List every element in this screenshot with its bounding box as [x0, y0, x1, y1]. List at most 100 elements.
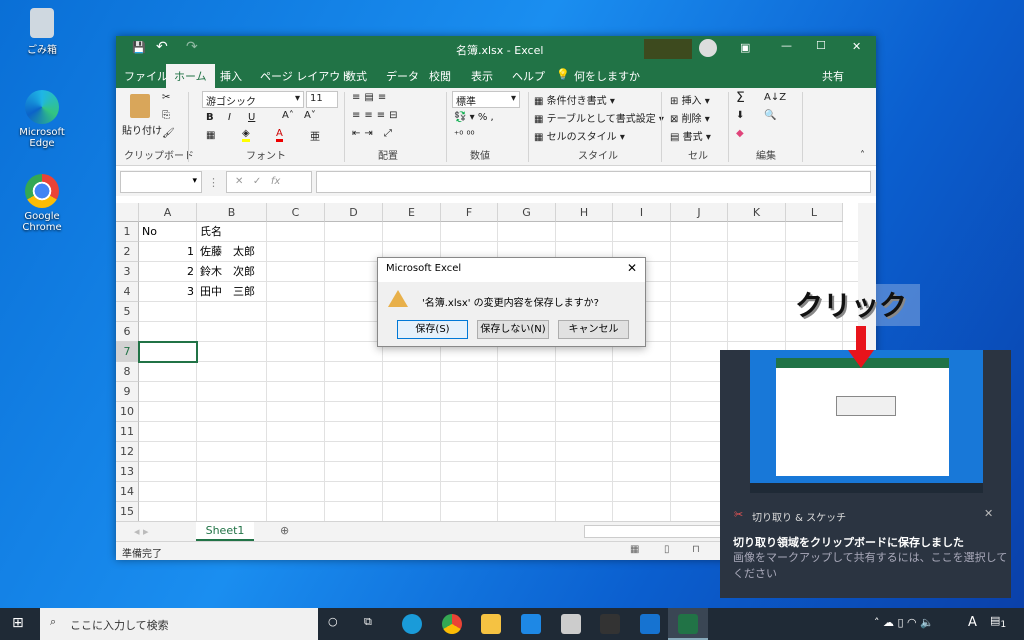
- app-taskbar-icon[interactable]: [561, 614, 581, 634]
- fill-color-icon[interactable]: ◈: [242, 128, 250, 142]
- page-layout-view-icon[interactable]: ▯: [664, 544, 670, 555]
- column-header-L[interactable]: L: [786, 203, 843, 222]
- row-header-11[interactable]: 11: [116, 422, 139, 442]
- sheet-tab-sheet1[interactable]: Sheet1: [196, 522, 254, 541]
- explorer-taskbar-icon[interactable]: [481, 614, 501, 634]
- ribbon-display-icon[interactable]: ▣: [740, 41, 750, 54]
- maximize-button[interactable]: ☐: [816, 39, 826, 52]
- search-box[interactable]: ⌕ ここに入力して検索: [40, 608, 318, 640]
- insert-cells-button[interactable]: ⊞ 挿入 ▾: [670, 92, 710, 107]
- tab-review[interactable]: 校閲: [429, 68, 451, 84]
- dont-save-button[interactable]: 保存しない(N): [477, 320, 549, 339]
- page-break-view-icon[interactable]: ⊓: [692, 544, 700, 555]
- font-shrink-button[interactable]: A˅: [304, 110, 316, 121]
- tab-data[interactable]: データ: [386, 68, 419, 84]
- paste-icon[interactable]: [130, 94, 150, 118]
- cortana-icon[interactable]: ○: [328, 615, 338, 628]
- format-painter-icon[interactable]: 🖌: [162, 128, 175, 139]
- chrome-taskbar-icon[interactable]: [442, 614, 462, 634]
- undo-icon[interactable]: ↶: [156, 39, 168, 55]
- notification-center-icon[interactable]: ▤1: [990, 614, 1006, 630]
- dialog-close-button[interactable]: ✕: [627, 261, 637, 275]
- tell-me-search[interactable]: 何をしますか: [574, 68, 640, 84]
- system-tray-icons[interactable]: ˄ ☁ ▯ ◠ 🔈: [874, 616, 934, 629]
- active-cell-A7[interactable]: [138, 341, 198, 363]
- cell-A2[interactable]: 1: [139, 242, 197, 262]
- cell-B3[interactable]: 鈴木 次郎: [197, 262, 267, 282]
- row-header-5[interactable]: 5: [116, 302, 139, 322]
- collapse-ribbon-icon[interactable]: ˄: [860, 150, 865, 161]
- cell-B1[interactable]: 氏名: [197, 222, 267, 242]
- desktop-icon-chrome[interactable]: Google Chrome: [6, 174, 78, 233]
- column-header-I[interactable]: I: [613, 203, 671, 222]
- column-header-J[interactable]: J: [671, 203, 728, 222]
- tab-formulas[interactable]: 数式: [345, 68, 367, 84]
- edge-taskbar-icon[interactable]: [402, 614, 422, 634]
- cancel-button[interactable]: キャンセル: [558, 320, 629, 339]
- column-header-C[interactable]: C: [267, 203, 325, 222]
- column-header-K[interactable]: K: [728, 203, 786, 222]
- media-taskbar-icon[interactable]: [600, 614, 620, 634]
- avatar[interactable]: [699, 39, 717, 57]
- redo-icon[interactable]: ↷: [186, 39, 198, 55]
- cut-icon[interactable]: ✂: [162, 92, 170, 103]
- cell-A3[interactable]: 2: [139, 262, 197, 282]
- italic-button[interactable]: I: [228, 112, 231, 123]
- column-header-E[interactable]: E: [383, 203, 441, 222]
- fill-icon[interactable]: ⬇: [736, 110, 744, 121]
- column-header-H[interactable]: H: [556, 203, 613, 222]
- cell-B2[interactable]: 佐藤 太郎: [197, 242, 267, 262]
- column-header-G[interactable]: G: [498, 203, 556, 222]
- normal-view-icon[interactable]: ▦: [630, 544, 639, 555]
- cell-A4[interactable]: 3: [139, 282, 197, 302]
- tab-home[interactable]: ホーム: [166, 64, 215, 88]
- column-header-A[interactable]: A: [139, 203, 197, 222]
- row-header-3[interactable]: 3: [116, 262, 139, 282]
- start-button[interactable]: ⊞: [12, 615, 24, 631]
- snip-taskbar-icon[interactable]: [640, 614, 660, 634]
- decimal-buttons[interactable]: ⁺⁰ ⁰⁰: [454, 130, 474, 141]
- row-header-10[interactable]: 10: [116, 402, 139, 422]
- row-header-9[interactable]: 9: [116, 382, 139, 402]
- add-sheet-button[interactable]: ⊕: [280, 524, 289, 537]
- name-box[interactable]: ▾: [120, 171, 202, 193]
- row-header-12[interactable]: 12: [116, 442, 139, 462]
- cell-A1[interactable]: No: [139, 222, 197, 242]
- find-icon[interactable]: 🔍: [764, 110, 776, 121]
- sort-filter-icon[interactable]: A↓Z: [764, 92, 786, 103]
- paste-button[interactable]: 貼り付け: [122, 122, 162, 137]
- autosum-icon[interactable]: Σ: [736, 90, 745, 106]
- save-button[interactable]: 保存(S): [397, 320, 468, 339]
- snip-notification[interactable]: ✂ 切り取り & スケッチ ✕ 切り取り領域をクリップボードに保存しました 画像…: [720, 350, 1011, 598]
- tab-view[interactable]: 表示: [471, 68, 493, 84]
- row-header-15[interactable]: 15: [116, 502, 139, 521]
- currency-percent-buttons[interactable]: 💱 ▾ % ,: [454, 112, 494, 123]
- desktop-icon-recycle-bin[interactable]: ごみ箱: [6, 8, 78, 56]
- insert-function-button[interactable]: fx: [271, 176, 280, 187]
- number-format-select[interactable]: 標準 ▾: [452, 91, 520, 108]
- share-button[interactable]: 共有: [822, 68, 844, 84]
- task-view-icon[interactable]: ⧉: [364, 615, 372, 629]
- row-header-6[interactable]: 6: [116, 322, 139, 342]
- excel-taskbar-button[interactable]: [668, 608, 708, 640]
- column-header-D[interactable]: D: [325, 203, 383, 222]
- desktop-icon-edge[interactable]: Microsoft Edge: [6, 90, 78, 149]
- ime-indicator[interactable]: A: [968, 615, 977, 630]
- tab-insert[interactable]: 挿入: [220, 68, 242, 84]
- indent-buttons[interactable]: ⇤⇥ ⤢: [352, 128, 396, 139]
- font-grow-button[interactable]: A˄: [282, 110, 294, 121]
- font-name-select[interactable]: 游ゴシック ▾: [202, 91, 304, 108]
- cell-styles-button[interactable]: ▦ セルのスタイル ▾: [534, 128, 625, 143]
- conditional-formatting-button[interactable]: ▦ 条件付き書式 ▾: [534, 92, 615, 107]
- toast-close-button[interactable]: ✕: [984, 507, 993, 520]
- row-header-2[interactable]: 2: [116, 242, 139, 262]
- clear-icon[interactable]: ◆: [736, 128, 744, 139]
- row-header-13[interactable]: 13: [116, 462, 139, 482]
- phonetic-icon[interactable]: 亜: [310, 128, 320, 143]
- format-cells-button[interactable]: ▤ 書式 ▾: [670, 128, 711, 143]
- row-header-1[interactable]: 1: [116, 222, 139, 242]
- row-header-7[interactable]: 7: [116, 342, 139, 362]
- format-as-table-button[interactable]: ▦ テーブルとして書式設定 ▾: [534, 110, 664, 125]
- horizontal-align-buttons[interactable]: ≡≡≡⊟: [352, 110, 402, 121]
- column-header-B[interactable]: B: [197, 203, 267, 222]
